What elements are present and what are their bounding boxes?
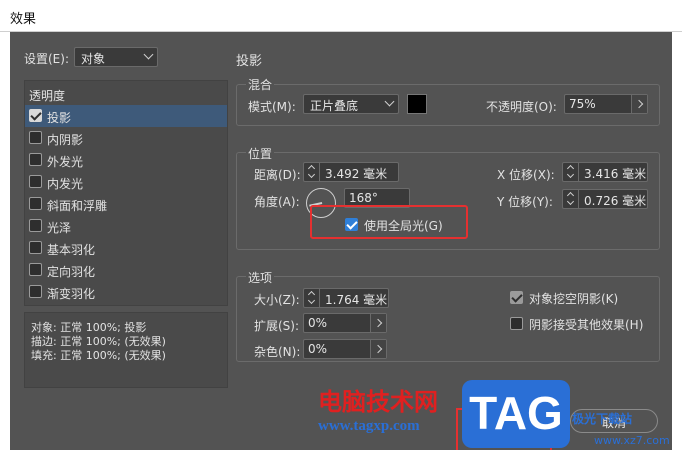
checkbox-icon[interactable]	[29, 285, 42, 298]
noise-field[interactable]: 0%	[303, 339, 387, 359]
effect-item-label: 内阴影	[47, 133, 84, 147]
y-offset-value: 0.726 毫米	[584, 194, 647, 208]
right-edge	[672, 32, 682, 458]
y-offset-label: Y 位移(Y):	[497, 195, 553, 209]
chevron-down-icon	[143, 49, 154, 60]
chevron-down-icon	[384, 96, 395, 107]
chevron-right-icon[interactable]	[631, 95, 647, 113]
stepper-arrows-icon[interactable]	[304, 289, 320, 307]
x-offset-label: X 位移(X):	[497, 168, 555, 182]
size-label: 大小(Z):	[254, 293, 300, 307]
effect-item-label: 内发光	[47, 177, 84, 191]
effect-item-label: 斜面和浮雕	[47, 199, 108, 213]
angle-value: 168°	[349, 191, 378, 205]
watermark-right-url: www.xz7.com	[594, 434, 670, 447]
watermark-site-url: www.tagxp.com	[318, 418, 420, 434]
effect-item-bevel-emboss[interactable]: 斜面和浮雕	[25, 193, 227, 215]
watermark-tag-text: TAG	[469, 387, 563, 439]
effect-item-basic-feather[interactable]: 基本羽化	[25, 237, 227, 259]
shadow-color-swatch[interactable]	[407, 94, 427, 114]
effect-item-label: 光泽	[47, 221, 72, 235]
y-offset-stepper[interactable]: 0.726 毫米	[562, 189, 648, 209]
effect-item-satin[interactable]: 光泽	[25, 215, 227, 237]
watermark-site-name: 电脑技术网	[318, 390, 438, 416]
effect-item-label: 投影	[47, 111, 72, 125]
x-offset-stepper[interactable]: 3.416 毫米	[562, 162, 648, 182]
blend-mode-value: 正片叠底	[310, 99, 359, 113]
angle-label: 角度(A):	[254, 195, 300, 209]
blend-mode-select[interactable]: 正片叠底	[303, 94, 399, 114]
checkbox-icon[interactable]	[29, 241, 42, 254]
settings-select[interactable]: 对象	[74, 47, 158, 67]
distance-stepper[interactable]: 3.492 毫米	[303, 162, 399, 182]
blend-group-title: 混合	[246, 76, 275, 93]
effect-item-label: 定向羽化	[47, 265, 96, 279]
watermark-right-text: 极光下载站	[572, 412, 633, 426]
knockout-label: 对象挖空阴影(K)	[529, 292, 619, 306]
settings-select-value: 对象	[81, 52, 106, 66]
spread-label: 扩展(S):	[254, 319, 300, 333]
section-title: 投影	[236, 54, 263, 69]
stepper-arrows-icon[interactable]	[304, 163, 320, 181]
checkbox-icon[interactable]	[29, 175, 42, 188]
spread-value: 0%	[308, 316, 328, 330]
stepper-arrows-icon[interactable]	[563, 190, 579, 208]
watermark-tag-logo: TAG	[462, 380, 570, 448]
effect-item-inner-glow[interactable]: 内发光	[25, 171, 227, 193]
stepper-arrows-icon[interactable]	[563, 163, 579, 181]
effect-item-gradient-feather[interactable]: 渐变羽化	[25, 281, 227, 303]
effect-item-outer-glow[interactable]: 外发光	[25, 149, 227, 171]
settings-label: 设置(E):	[24, 52, 69, 66]
noise-label: 杂色(N):	[254, 345, 301, 359]
effect-item-inner-shadow[interactable]: 内阴影	[25, 127, 227, 149]
opacity-label: 不透明度(O):	[486, 100, 557, 114]
knockout-checkbox[interactable]	[510, 291, 523, 304]
blend-mode-label: 模式(M):	[248, 100, 296, 114]
options-group-title: 选项	[246, 269, 275, 286]
chevron-right-icon[interactable]	[370, 340, 386, 358]
size-value: 1.764 毫米	[325, 293, 388, 307]
effects-list-header: 透明度	[29, 89, 66, 103]
distance-label: 距离(D):	[254, 168, 301, 182]
x-offset-value: 3.416 毫米	[584, 167, 647, 181]
checkbox-icon[interactable]	[29, 109, 42, 122]
window-title: 效果	[10, 12, 37, 27]
chevron-right-icon[interactable]	[370, 314, 386, 332]
checkbox-icon[interactable]	[29, 131, 42, 144]
position-group-title: 位置	[246, 145, 275, 162]
effect-item-directional-feather[interactable]: 定向羽化	[25, 259, 227, 281]
checkbox-icon[interactable]	[29, 263, 42, 276]
distance-value: 3.492 毫米	[325, 167, 388, 181]
bottom-edge	[0, 450, 682, 458]
checkbox-icon[interactable]	[29, 219, 42, 232]
checkbox-icon[interactable]	[29, 197, 42, 210]
effects-summary: 对象: 正常 100%; 投影 描边: 正常 100%; (无效果) 填充: 正…	[24, 312, 228, 388]
left-edge	[0, 32, 10, 458]
honor-effects-checkbox[interactable]	[510, 317, 523, 330]
noise-value: 0%	[308, 342, 328, 356]
summary-line: 填充: 正常 100%; (无效果)	[31, 349, 166, 362]
opacity-field[interactable]: 75%	[564, 94, 648, 114]
effect-item-label: 渐变羽化	[47, 287, 96, 301]
window-title-bar: 效果	[0, 0, 682, 32]
highlight-box	[310, 205, 468, 239]
effect-item-label: 基本羽化	[47, 243, 96, 257]
effect-item-drop-shadow[interactable]: 投影	[25, 105, 227, 127]
spread-field[interactable]: 0%	[303, 313, 387, 333]
honor-effects-label: 阴影接受其他效果(H)	[529, 318, 644, 332]
effects-list: 透明度 投影 内阴影 外发光 内发光 斜面和浮雕 光泽 基本羽化 定向羽化 渐变…	[24, 80, 228, 306]
opacity-value: 75%	[569, 97, 596, 111]
checkbox-icon[interactable]	[29, 153, 42, 166]
size-stepper[interactable]: 1.764 毫米	[303, 288, 389, 308]
effect-item-label: 外发光	[47, 155, 84, 169]
